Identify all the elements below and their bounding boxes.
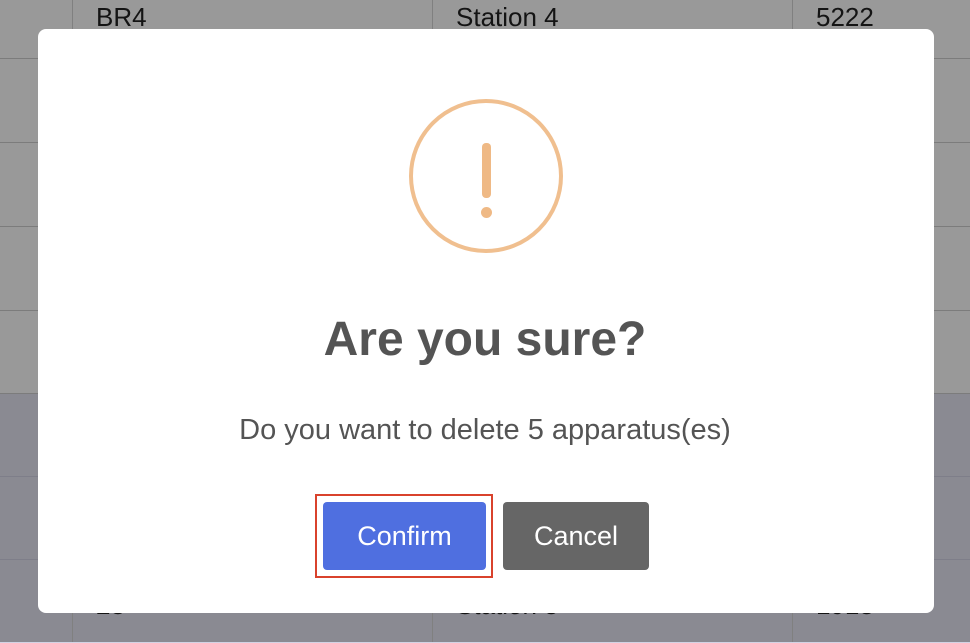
cancel-button[interactable]: Cancel <box>503 502 649 570</box>
exclamation-bar <box>482 143 491 198</box>
confirm-button[interactable]: Confirm <box>323 502 486 570</box>
exclamation-dot <box>481 207 492 218</box>
dialog-title: Are you sure? <box>323 313 647 366</box>
dialog-message: Do you want to delete 5 apparatus(es) <box>239 414 731 446</box>
exclamation-warning-icon <box>409 99 563 253</box>
